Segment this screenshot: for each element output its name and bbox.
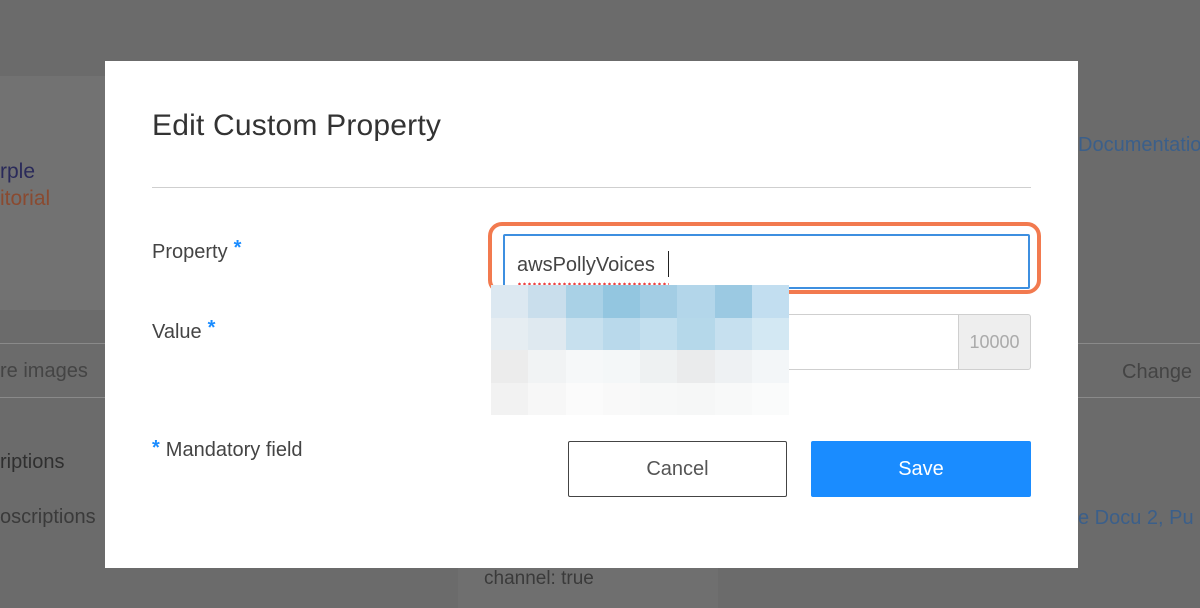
- redacted-pixel: [640, 285, 678, 318]
- mandatory-note-text: Mandatory field: [165, 439, 303, 461]
- dialog-title: Edit Custom Property: [152, 109, 442, 142]
- redacted-pixel: [714, 382, 752, 415]
- redacted-pixel: [602, 285, 640, 318]
- dialog-divider: [152, 187, 1031, 188]
- redacted-pixel: [751, 382, 789, 415]
- required-star-icon: *: [152, 437, 160, 459]
- background-tab-images[interactable]: re images: [0, 360, 88, 383]
- value-label: Value *: [152, 317, 215, 344]
- redacted-pixel: [565, 285, 603, 318]
- redacted-pixel: [528, 382, 566, 415]
- background-tab-border-right: [1078, 343, 1200, 344]
- save-button[interactable]: Save: [811, 441, 1031, 497]
- required-star-icon: *: [207, 317, 216, 339]
- background-tab-change[interactable]: Change: [1122, 361, 1192, 384]
- redacted-pixel: [677, 317, 715, 350]
- property-label-text: Property: [152, 241, 228, 263]
- background-row-docu-link[interactable]: e Docu 2, Pu: [1078, 507, 1194, 530]
- redacted-pixel: [528, 350, 566, 383]
- redacted-pixel: [602, 382, 640, 415]
- redacted-pixel: [677, 382, 715, 415]
- redacted-pixel: [528, 317, 566, 350]
- background-tab-border-bottom: [0, 397, 105, 398]
- background-section-subscriptions: riptions: [0, 451, 65, 473]
- redacted-pixel: [751, 285, 789, 318]
- redacted-pixel: [491, 317, 529, 350]
- value-label-text: Value: [152, 321, 202, 343]
- background-tab-border: [0, 343, 105, 344]
- property-label: Property *: [152, 237, 241, 264]
- text-caret: [668, 251, 669, 277]
- redacted-pixel: [528, 285, 566, 318]
- background-channel-text: channel: true: [484, 568, 594, 589]
- redacted-suggestions-dropdown[interactable]: [491, 285, 789, 415]
- redacted-pixel: [714, 317, 752, 350]
- redacted-pixel: [602, 317, 640, 350]
- mandatory-note: * Mandatory field: [152, 437, 303, 462]
- redacted-pixel: [751, 350, 789, 383]
- redacted-pixel: [565, 382, 603, 415]
- required-star-icon: *: [233, 237, 242, 259]
- edit-custom-property-dialog: Edit Custom Property Property* Value* 10…: [105, 61, 1078, 568]
- redacted-pixel: [714, 285, 752, 318]
- redacted-pixel: [640, 350, 678, 383]
- redacted-pixel: [714, 350, 752, 383]
- screen: rple itorial Documentation re images Cha…: [0, 0, 1200, 608]
- value-input[interactable]: [788, 314, 958, 370]
- redacted-pixel: [640, 382, 678, 415]
- background-title: rple: [0, 160, 36, 183]
- redacted-pixel: [491, 350, 529, 383]
- redacted-pixel: [751, 317, 789, 350]
- background-row-subscriptions: oscriptions: [0, 506, 96, 528]
- redacted-pixel: [640, 317, 678, 350]
- redacted-pixel: [677, 285, 715, 318]
- redacted-pixel: [491, 382, 529, 415]
- cancel-button[interactable]: Cancel: [568, 441, 787, 497]
- property-input[interactable]: [503, 234, 1030, 289]
- redacted-pixel: [602, 350, 640, 383]
- redacted-pixel: [565, 350, 603, 383]
- redacted-pixel: [565, 317, 603, 350]
- value-max-addon: 10000: [958, 314, 1031, 370]
- redacted-pixel: [491, 285, 529, 318]
- background-documentation-link[interactable]: Documentation: [1078, 134, 1200, 157]
- redacted-pixel: [677, 350, 715, 383]
- background-tab-border-bottom-right: [1078, 397, 1200, 398]
- background-subtitle: itorial: [0, 187, 51, 210]
